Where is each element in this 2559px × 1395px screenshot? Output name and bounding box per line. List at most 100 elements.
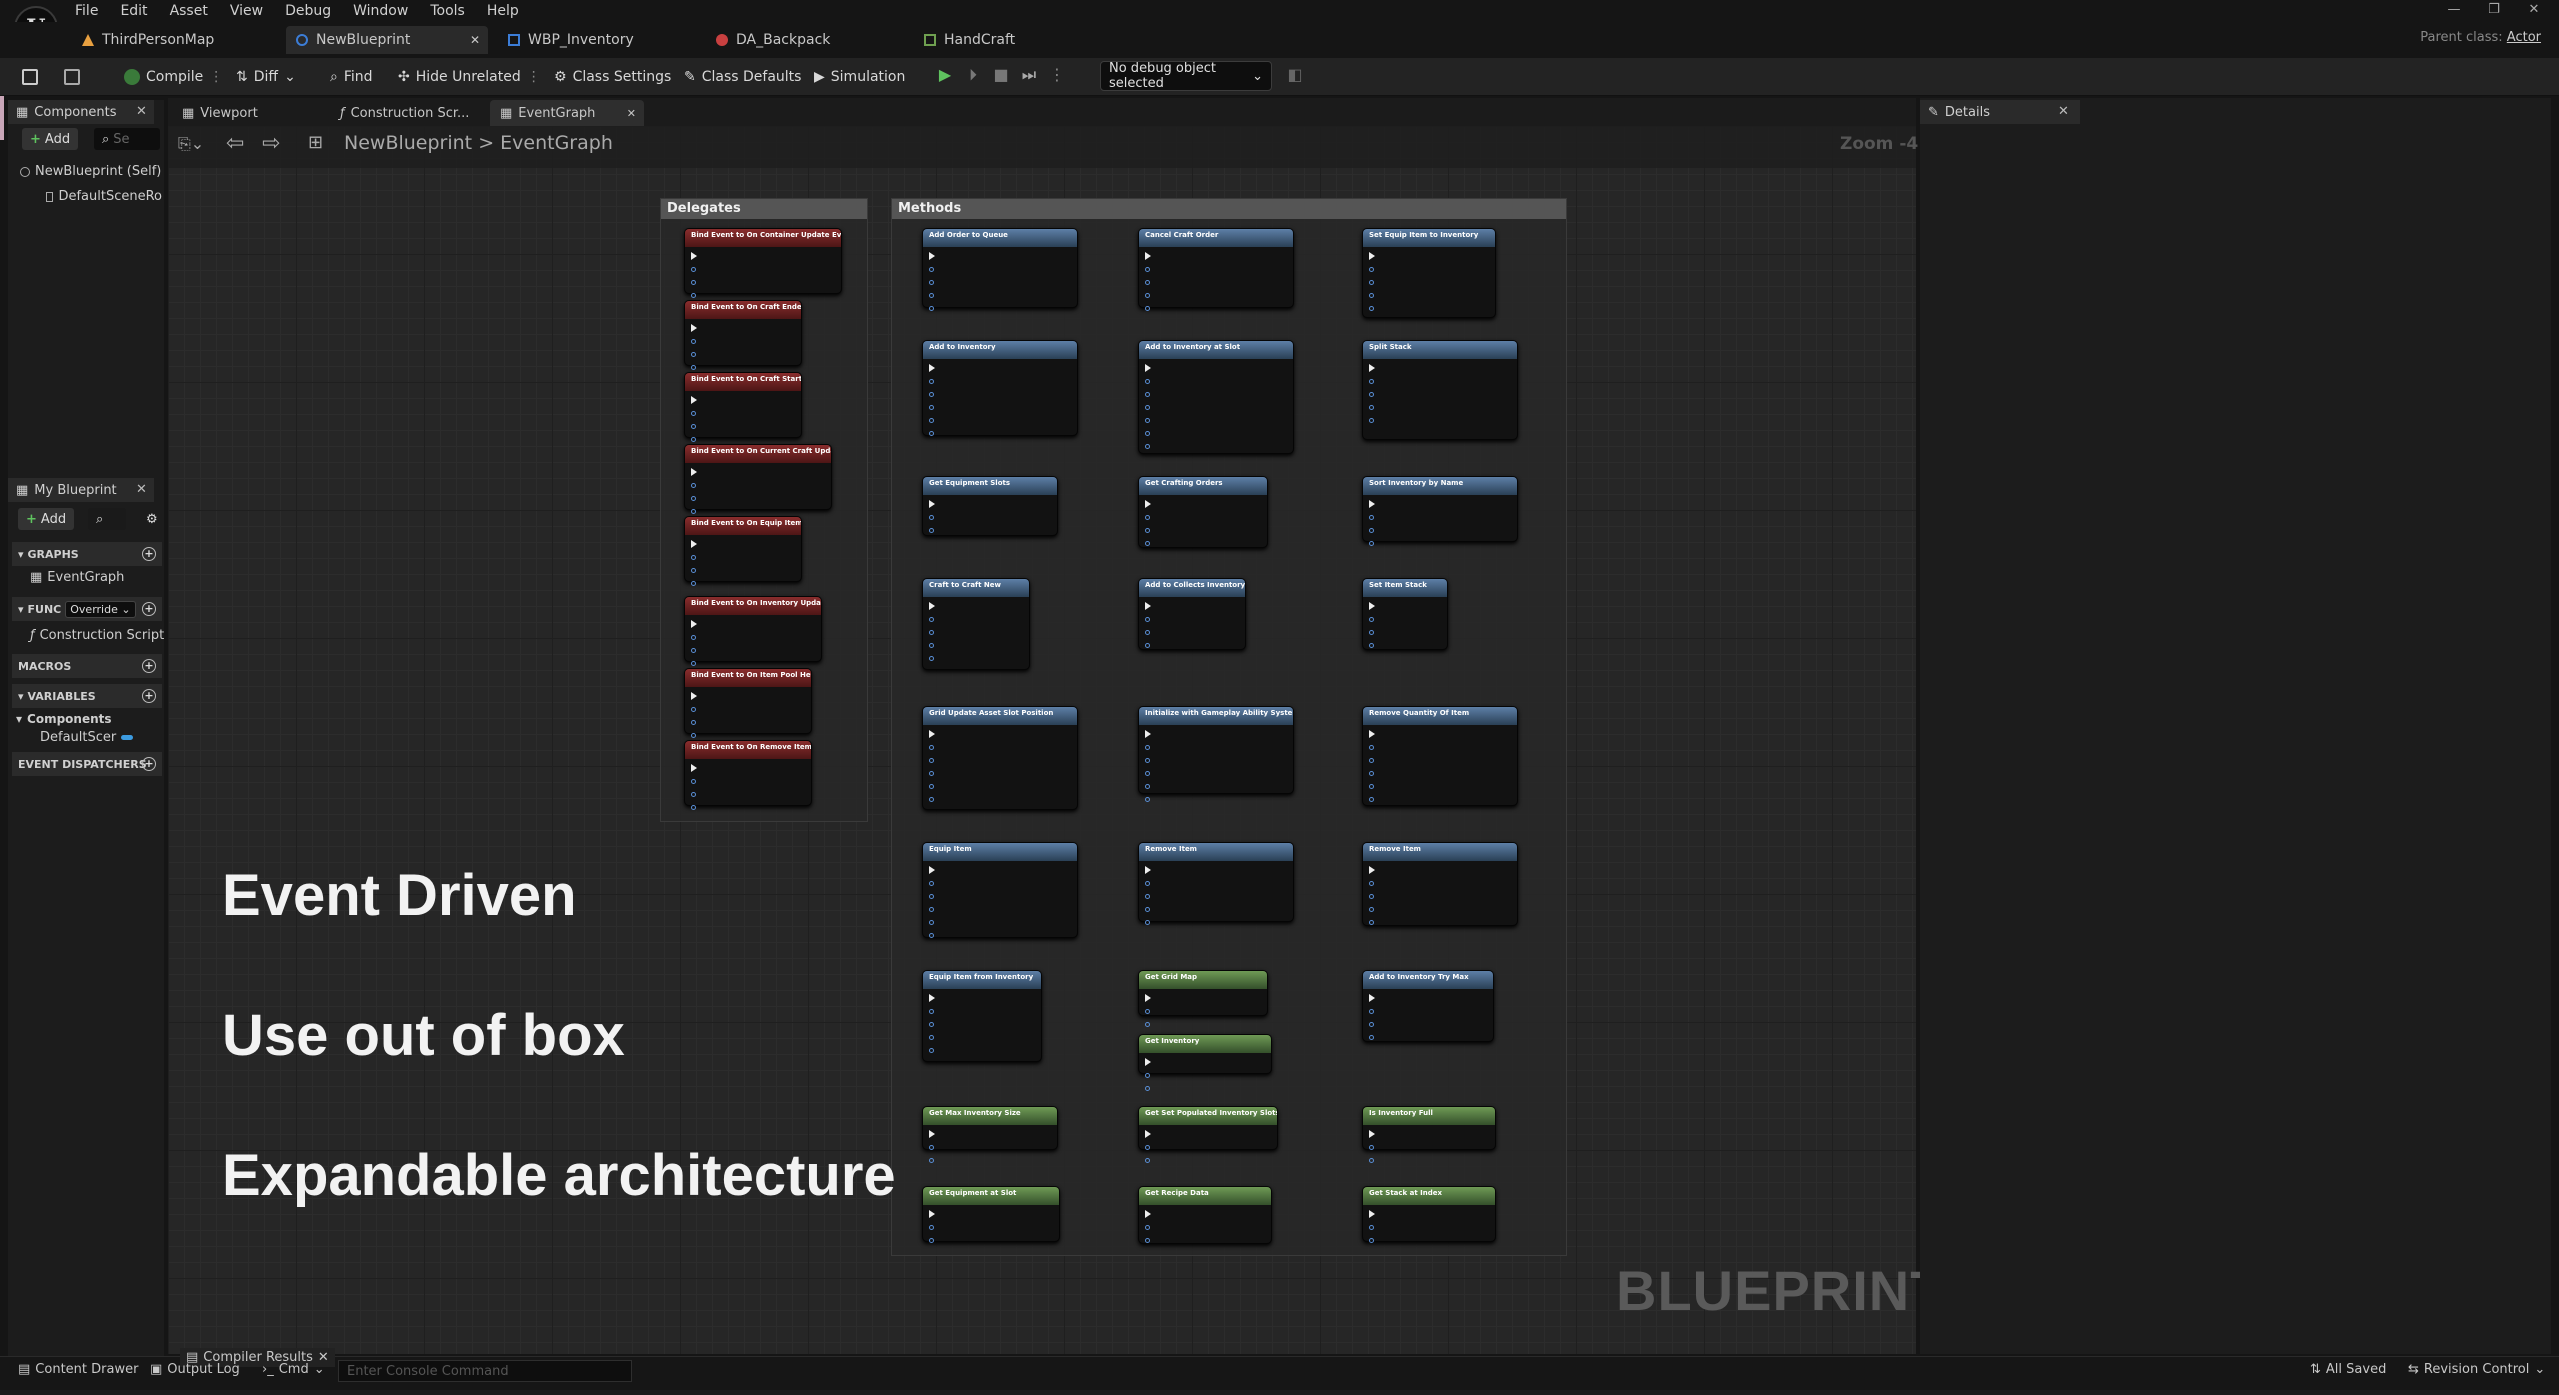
graph-node[interactable]: Bind Event to On Craft Started [684, 372, 802, 442]
data-pin[interactable] [1145, 415, 1287, 425]
exec-pin[interactable] [929, 865, 1071, 875]
menu-asset[interactable]: Asset [159, 0, 219, 22]
debug-filter-icon[interactable]: ◧ [1284, 65, 1306, 87]
data-pin[interactable] [1145, 303, 1287, 313]
compile-button[interactable]: Compile ⋮ [124, 64, 223, 90]
exec-pin[interactable] [1145, 363, 1287, 373]
data-pin[interactable] [929, 1142, 1051, 1152]
doc-tab-wbp-inventory[interactable]: WBP_Inventory [498, 26, 644, 54]
close-details-icon[interactable]: ✕ [2058, 104, 2069, 119]
graph-node[interactable]: Bind Event to On Container Update Event [684, 228, 842, 298]
exec-pin[interactable] [929, 1209, 1053, 1219]
graph-node[interactable]: Initialize with Gameplay Ability System [1138, 706, 1294, 802]
parent-class-link[interactable]: Actor [2507, 30, 2541, 45]
simulation-button[interactable]: ▶ Simulation [814, 64, 905, 90]
data-pin[interactable] [929, 640, 1023, 650]
class-defaults-button[interactable]: ✎ Class Defaults [684, 64, 801, 90]
component-self[interactable]: NewBlueprint (Self) [20, 164, 161, 179]
close-window-icon[interactable]: ✕ [2518, 2, 2550, 20]
data-pin[interactable] [691, 717, 805, 727]
data-pin[interactable] [1369, 917, 1511, 927]
data-pin[interactable] [1145, 891, 1287, 901]
data-pin[interactable] [1145, 768, 1287, 778]
data-pin[interactable] [1369, 264, 1489, 274]
exec-pin[interactable] [1145, 499, 1261, 509]
graph-bookmark-icon[interactable]: ⎘⌄ [178, 134, 204, 154]
data-pin[interactable] [1145, 878, 1287, 888]
menu-tools[interactable]: Tools [419, 0, 476, 22]
data-pin[interactable] [1145, 428, 1287, 438]
add-macro-icon[interactable]: + [142, 659, 156, 673]
data-pin[interactable] [929, 402, 1071, 412]
data-pin[interactable] [929, 614, 1023, 624]
data-pin[interactable] [1369, 794, 1511, 804]
exec-pin[interactable] [1145, 865, 1287, 875]
save-icon[interactable] [22, 64, 38, 90]
data-pin[interactable] [1145, 376, 1287, 386]
data-pin[interactable] [1369, 277, 1489, 287]
data-pin[interactable] [691, 802, 805, 812]
data-pin[interactable] [1145, 755, 1287, 765]
data-pin[interactable] [1145, 441, 1287, 451]
data-pin[interactable] [929, 1045, 1035, 1055]
tab-eventgraph[interactable]: ▦ EventGraph ✕ [490, 100, 644, 126]
exec-pin[interactable] [1369, 993, 1487, 1003]
data-pin[interactable] [1145, 640, 1239, 650]
stop-icon[interactable]: ■ [990, 65, 1012, 87]
exec-pin[interactable] [691, 323, 795, 333]
data-pin[interactable] [929, 930, 1071, 940]
data-pin[interactable] [929, 290, 1071, 300]
graph-node[interactable]: Get Set Populated Inventory Slots [1138, 1106, 1278, 1163]
data-pin[interactable] [1369, 1006, 1487, 1016]
data-pin[interactable] [1145, 1019, 1261, 1029]
data-pin[interactable] [1369, 1032, 1487, 1042]
graph-node[interactable]: Get Max Inventory Size [922, 1106, 1058, 1163]
find-button[interactable]: ⌕ Find [330, 64, 373, 90]
macros-section[interactable]: MACROS + [12, 654, 162, 678]
data-pin[interactable] [929, 1222, 1053, 1232]
graph-node[interactable]: Bind Event to On Inventory Update [684, 596, 822, 666]
graph-node[interactable]: Get Grid Map [1138, 970, 1268, 1027]
hide-unrelated-button[interactable]: ✣ Hide Unrelated ⋮ [398, 64, 541, 90]
data-pin[interactable] [1145, 389, 1287, 399]
graph-item-eventgraph[interactable]: ▦ EventGraph [30, 570, 124, 585]
member-search-button[interactable]: ⌕ [88, 508, 126, 530]
variable-item-default-scene[interactable]: DefaultScer [40, 730, 134, 745]
close-tab-icon[interactable]: ✕ [627, 107, 636, 120]
breadcrumb-root[interactable]: NewBlueprint [344, 132, 472, 154]
data-pin[interactable] [1145, 402, 1287, 412]
graph-node[interactable]: Cancel Craft Order [1138, 228, 1294, 311]
graph-node[interactable]: Split Stack [1362, 340, 1518, 440]
back-arrow-icon[interactable]: ⇦ [226, 131, 244, 156]
doc-tab-newblueprint[interactable]: NewBlueprint ✕ [286, 26, 488, 54]
settings-gear-icon[interactable]: ⚙ [138, 508, 160, 530]
graph-hierarchy-icon[interactable]: ⊞ [308, 132, 323, 153]
data-pin[interactable] [1369, 781, 1511, 791]
data-pin[interactable] [1369, 389, 1511, 399]
data-pin[interactable] [1145, 627, 1239, 637]
data-pin[interactable] [929, 264, 1071, 274]
exec-pin[interactable] [1145, 601, 1239, 611]
graphs-section[interactable]: ▾ GRAPHS + [12, 542, 162, 566]
data-pin[interactable] [1145, 512, 1261, 522]
graph-node[interactable]: Equip Item from Inventory [922, 970, 1042, 1062]
doc-tab-thirdpersonmap[interactable]: ThirdPersonMap [72, 26, 224, 54]
component-search-input[interactable]: ⌕ Se [94, 128, 160, 150]
exec-pin[interactable] [1145, 1209, 1265, 1219]
exec-pin[interactable] [1369, 601, 1441, 611]
data-pin[interactable] [1145, 264, 1287, 274]
add-dispatcher-icon[interactable]: + [142, 757, 156, 771]
add-graph-icon[interactable]: + [142, 547, 156, 561]
data-pin[interactable] [691, 776, 805, 786]
exec-pin[interactable] [691, 619, 815, 629]
exec-pin[interactable] [1145, 729, 1287, 739]
data-pin[interactable] [691, 704, 805, 714]
graph-node[interactable]: Bind Event to On Remove Item [684, 740, 812, 810]
data-pin[interactable] [691, 277, 835, 287]
function-item-construction-script[interactable]: ƒ Construction Script [30, 628, 164, 643]
graph-node[interactable]: Bind Event to On Current Craft Update [684, 444, 832, 514]
data-pin[interactable] [929, 415, 1071, 425]
exec-pin[interactable] [929, 499, 1051, 509]
graph-node[interactable]: Bind Event to On Equip Item [684, 516, 802, 586]
graph-node[interactable]: Add to Inventory [922, 340, 1078, 436]
